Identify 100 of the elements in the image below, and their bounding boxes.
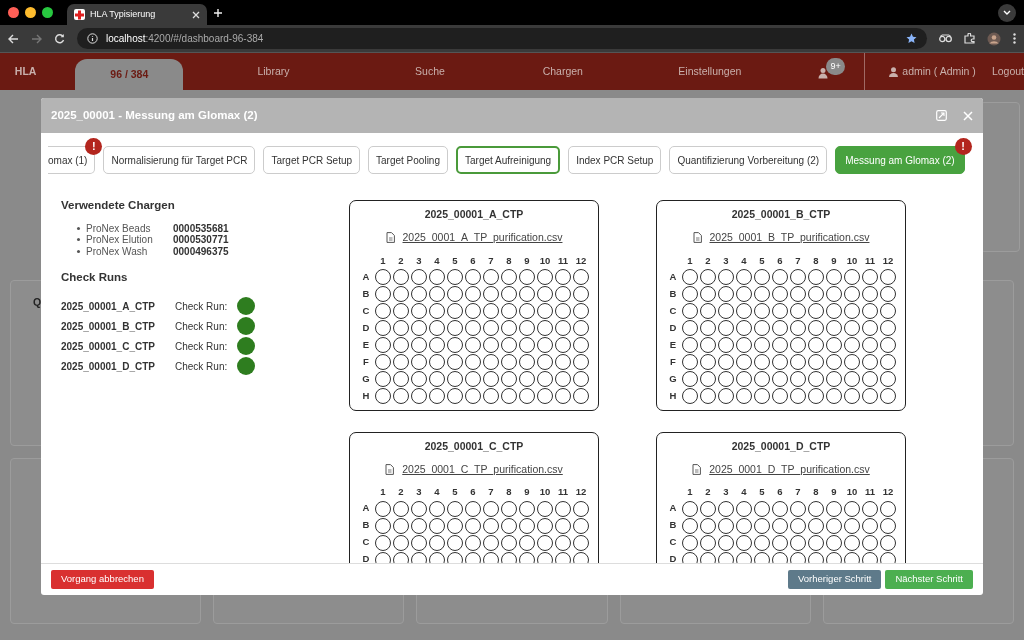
batch-number: 0000535681 (173, 221, 229, 235)
minimize-window-button[interactable] (25, 7, 36, 18)
column-label: 2 (705, 485, 711, 500)
row-label: C (669, 535, 677, 550)
previous-button[interactable]: Vorheriger Schritt (788, 570, 882, 589)
cancel-button[interactable]: Vorgang abbrechen (51, 570, 154, 589)
column-label: 4 (741, 253, 747, 268)
nav-tab[interactable]: Suche (363, 53, 497, 90)
batch-name: ProNex Wash (86, 244, 149, 259)
user-menu[interactable]: admin ( Admin ) (902, 63, 976, 80)
row-label: D (669, 320, 677, 335)
column-label: 5 (452, 253, 458, 268)
batch-number: 0000496375 (173, 244, 229, 259)
step-tab[interactable]: Target Aufreinigung (456, 146, 561, 174)
column-label: 1 (380, 485, 386, 500)
back-icon[interactable] (8, 33, 19, 44)
puzzle-icon[interactable] (964, 33, 975, 44)
forward-icon[interactable] (31, 33, 42, 44)
reload-icon[interactable] (54, 33, 65, 44)
column-label: 11 (557, 485, 568, 500)
row-label: A (362, 269, 370, 284)
column-label: 10 (539, 253, 551, 268)
step-tab[interactable]: Normalisierung für Target PCR (103, 146, 256, 174)
column-label: 11 (864, 485, 875, 500)
batch-name: ProNex Beads (86, 221, 152, 235)
column-label: 2 (705, 253, 711, 268)
logout-link[interactable]: Logout (991, 63, 1024, 80)
step-tab[interactable]: Index PCR Setup (568, 146, 662, 174)
close-icon[interactable] (192, 10, 200, 19)
row-label: C (669, 303, 677, 318)
run-name: 2025_00001_C_CTP (61, 339, 156, 354)
people-icon[interactable] (818, 66, 830, 79)
plus-icon[interactable] (213, 7, 223, 18)
maximize-window-button[interactable] (42, 7, 53, 18)
batch-name: ProNex Elution (86, 233, 154, 247)
user-icon (889, 66, 899, 77)
column-label: 2 (398, 485, 404, 500)
column-label: 8 (506, 485, 512, 500)
plate-title: 2025_00001_D_CTP (730, 438, 832, 454)
run-name: 2025_00001_B_CTP (61, 319, 156, 334)
row-label: B (362, 286, 370, 301)
run-name: 2025_00001_A_CTP (61, 299, 156, 314)
row-label: D (362, 320, 370, 335)
plate-title: 2025_00001_C_CTP (423, 438, 525, 454)
row-label: E (362, 337, 370, 352)
column-label: 11 (557, 253, 568, 268)
run-name: 2025_00001_D_CTP (61, 359, 156, 374)
nav-tab[interactable]: Einstellungen (629, 53, 791, 90)
browser-tab[interactable]: HLA Typisierung (67, 4, 207, 25)
column-label: 12 (575, 253, 587, 268)
nav-tab[interactable]: Chargen (496, 53, 630, 90)
column-label: 6 (470, 485, 476, 500)
column-label: 12 (882, 485, 894, 500)
column-label: 5 (759, 485, 765, 500)
section-title: Verwendete Chargen (61, 198, 176, 213)
column-label: 3 (723, 485, 729, 500)
tab-list-button[interactable] (998, 3, 1016, 22)
column-label: 3 (723, 253, 729, 268)
check-run-label: Check Run: (175, 359, 229, 374)
well[interactable] (483, 302, 499, 319)
more-icon[interactable] (1013, 33, 1016, 44)
column-label: 4 (741, 485, 747, 500)
batch-number: 0000530771 (173, 233, 229, 247)
profile-icon[interactable] (987, 31, 1001, 46)
column-label: 5 (759, 253, 765, 268)
column-label: 1 (687, 253, 693, 268)
row-label: B (362, 518, 370, 533)
file-link[interactable]: 2025_0001_A_TP_purification.csv (402, 229, 563, 246)
section-title: Check Runs (61, 269, 129, 285)
address-field[interactable]: localhost:4200/#/dashboard-96-384 (77, 28, 927, 49)
column-label: 10 (846, 253, 858, 268)
row-label: D (362, 552, 370, 563)
row-label: A (669, 269, 677, 284)
file-icon (692, 232, 702, 244)
column-label: 9 (524, 253, 530, 268)
step-tab[interactable]: Target Pooling (368, 146, 448, 174)
modal-title: 2025_00001 - Messung am Glomax (2) (51, 107, 259, 123)
row-label: E (669, 337, 677, 352)
cross-icon (74, 9, 85, 20)
url-text: localhost:4200/#/dashboard-96-384 (106, 32, 264, 46)
column-label: 6 (777, 485, 783, 500)
row-label: B (669, 286, 677, 301)
file-link[interactable]: 2025_0001_D_TP_purification.csv (709, 461, 870, 478)
star-icon[interactable] (906, 33, 917, 44)
glasses-icon[interactable] (939, 34, 952, 43)
row-label: H (362, 388, 370, 403)
file-link[interactable]: 2025_0001_C_TP_purification.csv (402, 461, 563, 478)
bullet-icon (77, 226, 80, 230)
file-icon (385, 463, 395, 475)
column-label: 1 (380, 253, 386, 268)
brand-logo[interactable]: HLA (0, 63, 52, 80)
column-label: 3 (416, 485, 422, 500)
row-label: F (363, 354, 369, 369)
file-link[interactable]: 2025_0001_B_TP_purification.csv (709, 229, 870, 246)
close-window-button[interactable] (8, 7, 19, 18)
step-tab[interactable]: Quantifizierung Vorbereitung (2) (669, 146, 828, 174)
column-label: 11 (864, 253, 875, 268)
step-tab[interactable]: Target PCR Setup (263, 146, 361, 174)
nav-tab[interactable]: Library (183, 53, 364, 90)
column-label: 2 (398, 253, 404, 268)
